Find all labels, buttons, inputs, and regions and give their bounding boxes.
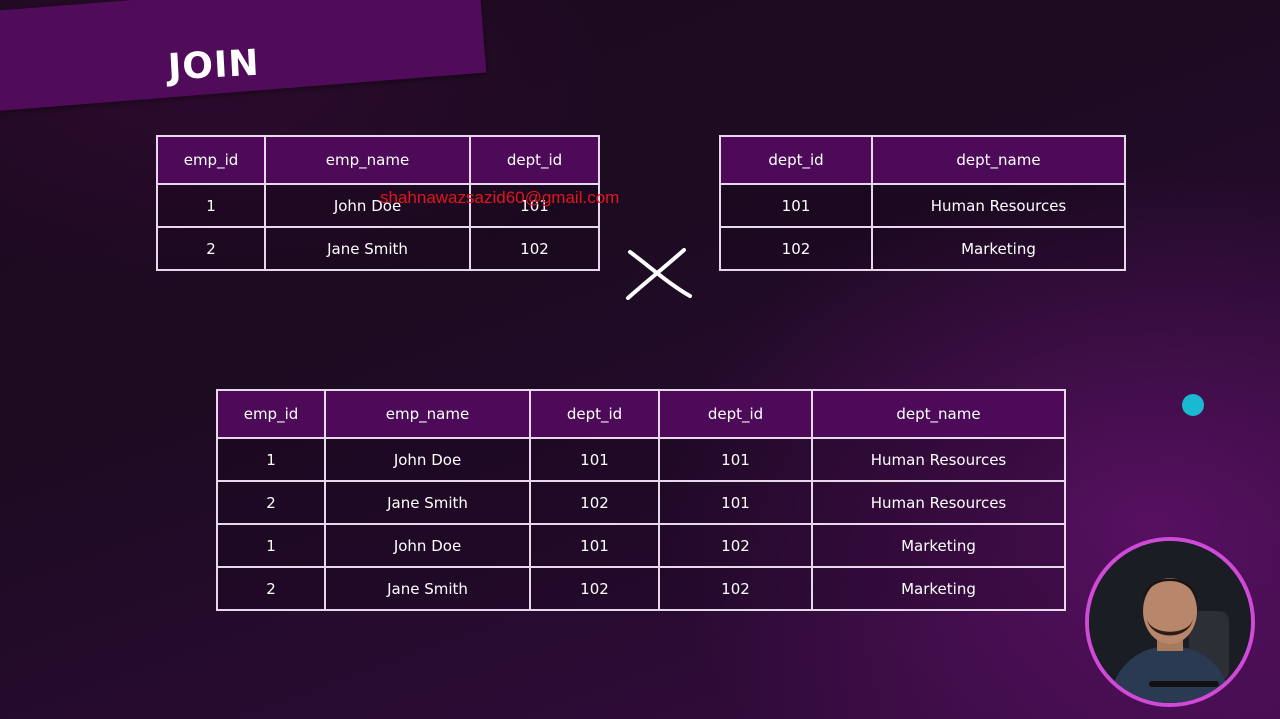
- table-cell: John Doe: [324, 523, 531, 568]
- table-cell: 102: [529, 566, 660, 611]
- table-row: 102 Marketing: [719, 226, 1126, 271]
- table-cell: 1: [156, 183, 266, 228]
- table-cell: 102: [658, 523, 813, 568]
- table-cell: 2: [156, 226, 266, 271]
- table-cell: Marketing: [871, 226, 1126, 271]
- table-row: 2 Jane Smith 102: [156, 226, 600, 271]
- table-cell: 101: [529, 437, 660, 482]
- column-header: emp_id: [216, 389, 326, 439]
- column-header: emp_id: [156, 135, 266, 185]
- laser-pointer-dot: [1182, 394, 1204, 416]
- table-cell: 2: [216, 566, 326, 611]
- table-cell: Jane Smith: [324, 480, 531, 525]
- table-row: 2 Jane Smith 102 102 Marketing: [216, 566, 1066, 611]
- table-cell: 1: [216, 437, 326, 482]
- table-cell: 101: [658, 437, 813, 482]
- column-header: dept_id: [719, 135, 873, 185]
- table-cell: 102: [658, 566, 813, 611]
- table-cell: Marketing: [811, 566, 1066, 611]
- table-cell: Human Resources: [871, 183, 1126, 228]
- column-header: dept_name: [811, 389, 1066, 439]
- table-cell: John Doe: [324, 437, 531, 482]
- column-header: dept_id: [529, 389, 660, 439]
- presenter-webcam: [1085, 537, 1255, 707]
- table-cell: 102: [469, 226, 600, 271]
- table-cell: Jane Smith: [264, 226, 471, 271]
- column-header: emp_name: [324, 389, 531, 439]
- departments-table: dept_id dept_name 101 Human Resources 10…: [719, 135, 1126, 271]
- email-watermark: shahnawazsazid60@gmail.com: [380, 188, 620, 207]
- table-cell: 101: [719, 183, 873, 228]
- table-header-row: dept_id dept_name: [719, 135, 1126, 185]
- table-row: 1 John Doe 101 101 Human Resources: [216, 437, 1066, 482]
- table-row: 1 John Doe 101 102 Marketing: [216, 523, 1066, 568]
- table-cell: Human Resources: [811, 480, 1066, 525]
- table-cell: Marketing: [811, 523, 1066, 568]
- slide-title: JOIN: [166, 42, 261, 89]
- table-header-row: emp_id emp_name dept_id dept_id dept_nam…: [216, 389, 1066, 439]
- column-header: dept_id: [469, 135, 600, 185]
- presenter-avatar-icon: [1089, 541, 1251, 703]
- table-cell: 101: [529, 523, 660, 568]
- table-row: 101 Human Resources: [719, 183, 1126, 228]
- table-cell: 102: [719, 226, 873, 271]
- table-cell: Jane Smith: [324, 566, 531, 611]
- column-header: dept_id: [658, 389, 813, 439]
- table-cell: 101: [658, 480, 813, 525]
- table-header-row: emp_id emp_name dept_id: [156, 135, 600, 185]
- result-table: emp_id emp_name dept_id dept_id dept_nam…: [216, 389, 1066, 611]
- cross-product-icon: [626, 248, 692, 300]
- table-cell: 2: [216, 480, 326, 525]
- table-cell: Human Resources: [811, 437, 1066, 482]
- table-cell: 102: [529, 480, 660, 525]
- column-header: dept_name: [871, 135, 1126, 185]
- table-row: 2 Jane Smith 102 101 Human Resources: [216, 480, 1066, 525]
- table-cell: 1: [216, 523, 326, 568]
- column-header: emp_name: [264, 135, 471, 185]
